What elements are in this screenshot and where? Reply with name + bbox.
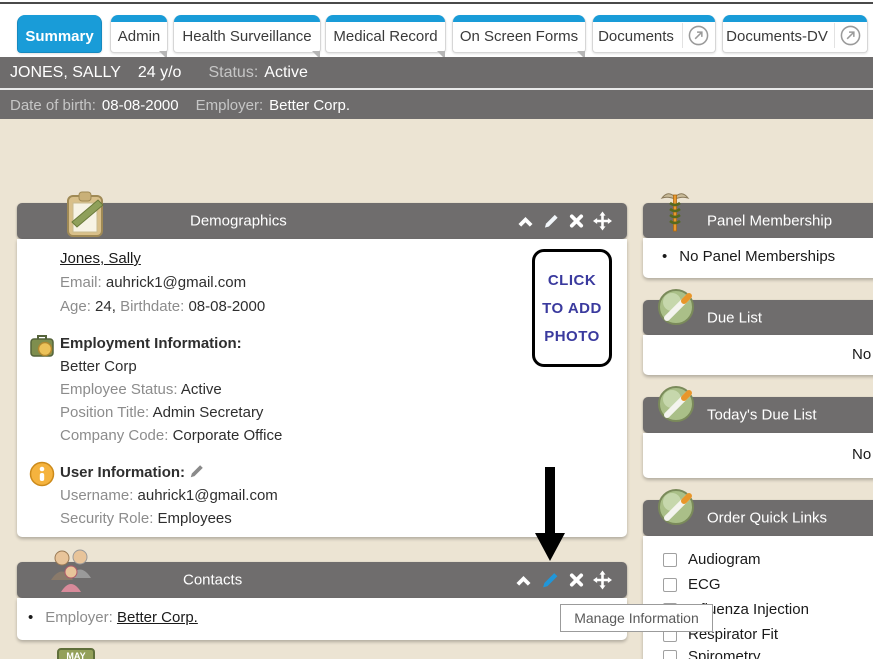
tab-health-surveillance[interactable]: Health Surveillance (173, 15, 321, 53)
order-quick-links-body: Audiogram ECG Influenza Injection Respir… (643, 536, 873, 659)
tooltip: Manage Information (560, 604, 713, 632)
annotation-arrow-icon (535, 467, 565, 568)
tab-label: Medical Record (326, 28, 445, 45)
family-icon (43, 546, 97, 603)
tab-label: Health Surveillance (174, 28, 320, 45)
demographics-header[interactable]: Demographics (17, 203, 627, 239)
tab-accent-bar (453, 15, 585, 22)
patient-name: JONES, SALLY (10, 64, 121, 82)
tab-accent-bar (723, 15, 867, 22)
top-rule (0, 2, 873, 4)
thermometer-ball-icon (653, 286, 699, 335)
age-line: Age: 24, Birthdate: 08-08-2000 (60, 298, 265, 315)
status-value: Active (264, 64, 308, 82)
edit-icon-highlighted[interactable] (541, 571, 560, 590)
contacts-title: Contacts (183, 572, 242, 589)
briefcase-icon (29, 333, 55, 364)
email-line: Email: auhrick1@gmail.com (60, 274, 246, 291)
checkbox-spirometry[interactable] (663, 650, 677, 659)
calendar-month-icon: MAY (57, 648, 95, 659)
dob-label: Date of birth: (10, 97, 96, 114)
user-info-heading: User Information: (60, 463, 205, 481)
contact-employer-link[interactable]: Better Corp. (117, 609, 198, 626)
tab-documents[interactable]: Documents (592, 15, 716, 53)
tab-accent-bar (174, 15, 320, 22)
patient-banner-row2: Date of birth: 08-08-2000 Employer: Bett… (0, 92, 873, 119)
move-icon[interactable] (593, 571, 612, 590)
employer-label: Employer: (196, 97, 264, 114)
security-role-line: Security Role: Employees (60, 510, 232, 527)
tab-label: On Screen Forms (453, 28, 585, 45)
order-item: ECG (663, 576, 721, 593)
thermometer-ball-icon (653, 486, 699, 535)
open-external-icon[interactable] (840, 25, 861, 51)
tab-accent-bar (111, 15, 167, 22)
todays-due-list-body: No (643, 433, 873, 478)
tab-label: Documents (593, 28, 679, 45)
info-icon (29, 461, 55, 492)
due-list-header[interactable]: Due List (643, 300, 873, 335)
todays-due-list-title: Today's Due List (707, 407, 817, 424)
tab-accent-bar (593, 15, 715, 22)
edit-user-info-icon[interactable] (189, 463, 205, 479)
due-list-text: No (852, 346, 871, 363)
employment-heading: Employment Information: (60, 335, 242, 352)
username-line: Username: auhrick1@gmail.com (60, 487, 278, 504)
patient-banner: JONES, SALLY 24 y/o Status: Active Date … (0, 57, 873, 119)
add-photo-button[interactable]: CLICK TO ADD PHOTO (532, 249, 612, 367)
order-quick-links-header[interactable]: Order Quick Links (643, 500, 873, 536)
panel-membership-body: No Panel Memberships (643, 238, 873, 278)
tab-label: Documents-DV (723, 28, 831, 45)
tab-accent-bar (326, 15, 445, 22)
patient-banner-row1: JONES, SALLY 24 y/o Status: Active (0, 57, 873, 90)
tab-divider (834, 23, 835, 48)
order-item: Audiogram (663, 551, 761, 568)
employer-value: Better Corp. (269, 97, 350, 114)
tab-divider (682, 23, 683, 48)
close-icon[interactable] (569, 214, 584, 229)
status-label: Status: (208, 64, 258, 82)
no-panel-memberships: No Panel Memberships (662, 248, 835, 265)
checkbox-ecg[interactable] (663, 578, 677, 592)
patient-age: 24 y/o (138, 64, 182, 82)
page: Summary Admin Health Surveillance Medica… (0, 0, 873, 659)
patient-name-link[interactable]: Jones, Sally (60, 250, 141, 267)
position-title-line: Position Title: Admin Secretary (60, 404, 263, 421)
tab-admin[interactable]: Admin (110, 15, 168, 53)
checkbox-audiogram[interactable] (663, 553, 677, 567)
company-code-line: Company Code: Corporate Office (60, 427, 282, 444)
close-icon[interactable] (569, 573, 584, 588)
due-list-body: No (643, 335, 873, 375)
edit-icon[interactable] (543, 213, 560, 230)
tab-documents-dv[interactable]: Documents-DV (722, 15, 868, 53)
contacts-body: Employer: Better Corp. (17, 598, 627, 640)
todays-due-list-text: No (852, 446, 871, 463)
panel-membership-title: Panel Membership (707, 212, 832, 229)
caduceus-icon (660, 190, 690, 241)
employee-status-line: Employee Status: Active (60, 381, 222, 398)
panel-membership-header[interactable]: Panel Membership (643, 203, 873, 238)
clipboard-icon (58, 188, 114, 245)
dob-value: 08-08-2000 (102, 97, 179, 114)
demographics-title: Demographics (190, 213, 287, 230)
due-list-title: Due List (707, 309, 762, 326)
collapse-icon[interactable] (515, 574, 532, 586)
collapse-icon[interactable] (517, 215, 534, 227)
tab-summary[interactable]: Summary (17, 15, 102, 53)
tab-label: Admin (111, 28, 167, 45)
order-quick-links-title: Order Quick Links (707, 510, 827, 527)
employer-name: Better Corp (60, 358, 137, 375)
order-item: Spirometry (663, 648, 761, 659)
tab-on-screen-forms[interactable]: On Screen Forms (452, 15, 586, 53)
tab-medical-record[interactable]: Medical Record (325, 15, 446, 53)
contact-employer-line: Employer: Better Corp. (28, 609, 198, 626)
open-external-icon[interactable] (688, 25, 709, 51)
move-icon[interactable] (593, 212, 612, 231)
tab-label: Summary (18, 28, 101, 45)
todays-due-list-header[interactable]: Today's Due List (643, 397, 873, 433)
thermometer-ball-icon (653, 383, 699, 432)
